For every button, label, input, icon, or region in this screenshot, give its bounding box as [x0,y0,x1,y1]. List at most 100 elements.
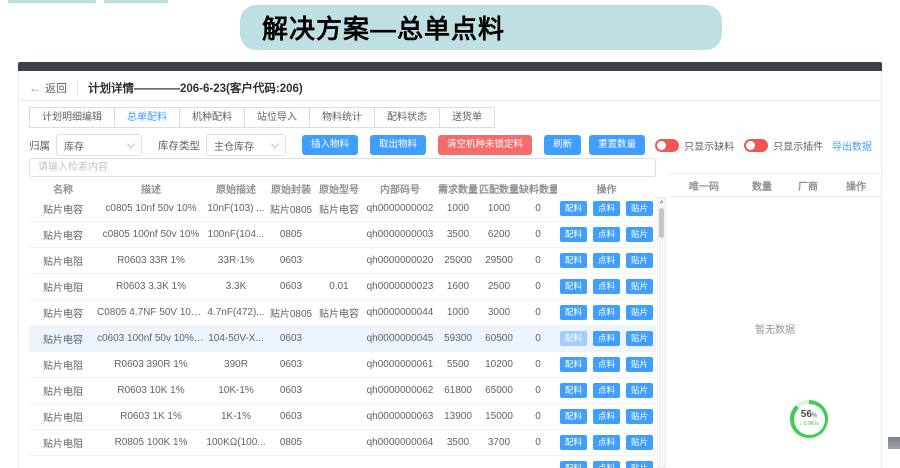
cell-need: 3500 [437,437,479,448]
row-action-button-2[interactable]: 贴片 [626,305,653,320]
unique-code-panel: 唯一码数量厂商操作 暂无数据 [669,173,881,468]
right-column-header: 操作 [831,178,881,193]
row-action-button-1[interactable]: 点料 [593,435,620,450]
row-action-button-1[interactable]: 点料 [593,253,620,268]
toggle-label-1: 只显示插件 [773,138,823,153]
scrollbar-thumb[interactable] [659,208,664,238]
tab-配料状态[interactable]: 配料状态 [374,107,440,128]
insert-material-button[interactable]: 插入物料 [302,135,358,155]
search-input[interactable] [29,158,656,177]
app-window: ← 返回 计划详情————206-6-23(客户代码:206) 计划明细编辑总单… [18,71,882,468]
cell-code: qh0000000023 [363,281,437,292]
row-action-button-0[interactable]: 配料 [560,383,587,398]
tab-总单配料[interactable]: 总单配料 [114,107,180,128]
column-header: 需求数量 [437,181,479,196]
export-data-link[interactable]: 导出数据 [832,138,872,153]
owner-select-value: 库存 [64,138,84,153]
row-action-button-2[interactable]: 贴片 [626,201,653,216]
row-action-button-0[interactable]: 配料 [560,201,587,216]
cell-lack: 0 [519,255,557,266]
column-header: 内部码号 [363,181,437,196]
download-progress-widget[interactable]: 56% ↓ 0.9K/s [790,400,828,438]
row-action-button-2[interactable]: 贴片 [626,461,653,468]
row-action-button-1[interactable]: 点料 [593,357,620,372]
row-action-button-2[interactable]: 贴片 [626,279,653,294]
cell-actions: 配料点料贴片 [557,201,656,216]
table-row: 贴片电阻R0603 3.3K 1%3.3K06030.01qh000000002… [29,274,656,300]
right-column-header: 唯一码 [669,178,739,193]
right-column-header: 厂商 [785,178,831,193]
toggle-switch-1[interactable] [744,139,768,152]
down-arrow-icon: ↓ [799,421,802,427]
cell-actions: 配料点料贴片 [557,357,656,372]
owner-select[interactable]: 库存 [56,134,142,156]
stock-type-select[interactable]: 主仓库存 [206,134,286,156]
row-action-button-0[interactable]: 配料 [560,435,587,450]
cell-name: 贴片电阻 [29,435,97,450]
refresh-button[interactable]: 刷新 [544,135,581,155]
tab-机种配料[interactable]: 机种配料 [179,107,245,128]
row-action-button-2[interactable]: 贴片 [626,331,653,346]
row-action-button-1[interactable]: 点料 [593,279,620,294]
row-action-button-1[interactable]: 点料 [593,331,620,346]
row-action-button-2[interactable]: 贴片 [626,227,653,242]
material-table-body: 贴片电容c0805 10nf 50v 10%10nF(103) ...贴片080… [29,196,656,468]
clear-unlocked-button[interactable]: 清空机种未锁定料 [438,135,532,155]
cell-code: qh0000000063 [363,411,437,422]
table-row: 贴片电阻R0805 100K 1%100KΩ(100...0805qh00000… [29,430,656,456]
cell-name: 贴片电容 [29,331,97,346]
cell-orig_pkg: 贴片0805 [267,201,315,216]
row-action-button-1[interactable]: 点料 [593,201,620,216]
row-action-button-1[interactable]: 点料 [593,227,620,242]
page-scrollbar-thumb[interactable] [888,437,900,449]
row-action-button-0[interactable]: 配料 [560,227,587,242]
row-action-button-2[interactable]: 贴片 [626,435,653,450]
cell-desc: c0805 100nf 50v 10% [97,229,205,240]
row-action-button-0[interactable]: 配料 [560,409,587,424]
row-action-button-1[interactable]: 点料 [593,383,620,398]
row-action-button-0[interactable]: 配料 [560,357,587,372]
column-header: 操作 [557,181,656,196]
tab-计划明细编辑[interactable]: 计划明细编辑 [29,107,115,128]
cell-need: 1000 [437,307,479,318]
toggle-switch-0[interactable] [655,139,679,152]
column-header: 缺料数量 [519,181,557,196]
row-action-button-1[interactable]: 点料 [593,305,620,320]
cell-match: 60500 [479,333,519,344]
cell-match: 6200 [479,229,519,240]
back-arrow-icon[interactable]: ← [29,81,41,95]
table-row: 贴片电阻R0603 390R 1%390R0603qh0000000061550… [29,352,656,378]
cell-desc: R0603 390R 1% [97,359,205,370]
tab-送货单[interactable]: 送货单 [439,107,495,128]
reset-quantity-button[interactable]: 重置数量 [589,135,645,155]
row-action-button-0[interactable]: 配料 [560,461,587,468]
back-button[interactable]: 返回 [45,80,67,96]
cell-orig_desc: 100KΩ(100... [205,437,267,448]
cell-code: qh0000000020 [363,255,437,266]
download-progress-inner: 56% ↓ 0.9K/s [794,404,825,435]
toggle-label-0: 只显示缺料 [684,138,734,153]
cell-lack: 0 [519,307,557,318]
row-action-button-0[interactable]: 配料 [560,279,587,294]
row-action-button-2[interactable]: 贴片 [626,409,653,424]
tab-站位导入[interactable]: 站位导入 [244,107,310,128]
tab-物料统计[interactable]: 物料统计 [309,107,375,128]
takeout-material-button[interactable]: 取出物料 [370,135,426,155]
row-action-button-0[interactable]: 配料 [560,253,587,268]
row-action-button-1[interactable]: 点料 [593,409,620,424]
row-action-button-2[interactable]: 贴片 [626,383,653,398]
table-scrollbar[interactable]: ▲ [657,197,666,468]
row-action-button-2[interactable]: 贴片 [626,253,653,268]
row-action-button-1[interactable]: 点料 [593,461,620,468]
row-action-button-2[interactable]: 贴片 [626,357,653,372]
cell-need: 59300 [437,333,479,344]
table-row: 配料点料贴片 [29,456,656,468]
scroll-up-arrow-icon[interactable]: ▲ [658,198,665,206]
cell-orig_desc: 10nF(103) ... [205,203,267,214]
table-row: 贴片电阻R0603 10K 1%10K-1%0603qh000000006261… [29,378,656,404]
row-action-button-0[interactable]: 配料 [560,305,587,320]
table-row: 贴片电阻R0603 33R 1%33R-1%0603qh000000002025… [29,248,656,274]
cell-name: 贴片电阻 [29,253,97,268]
row-action-button-0[interactable]: 配料 [560,331,587,346]
column-header: 原始描述 [205,181,267,196]
